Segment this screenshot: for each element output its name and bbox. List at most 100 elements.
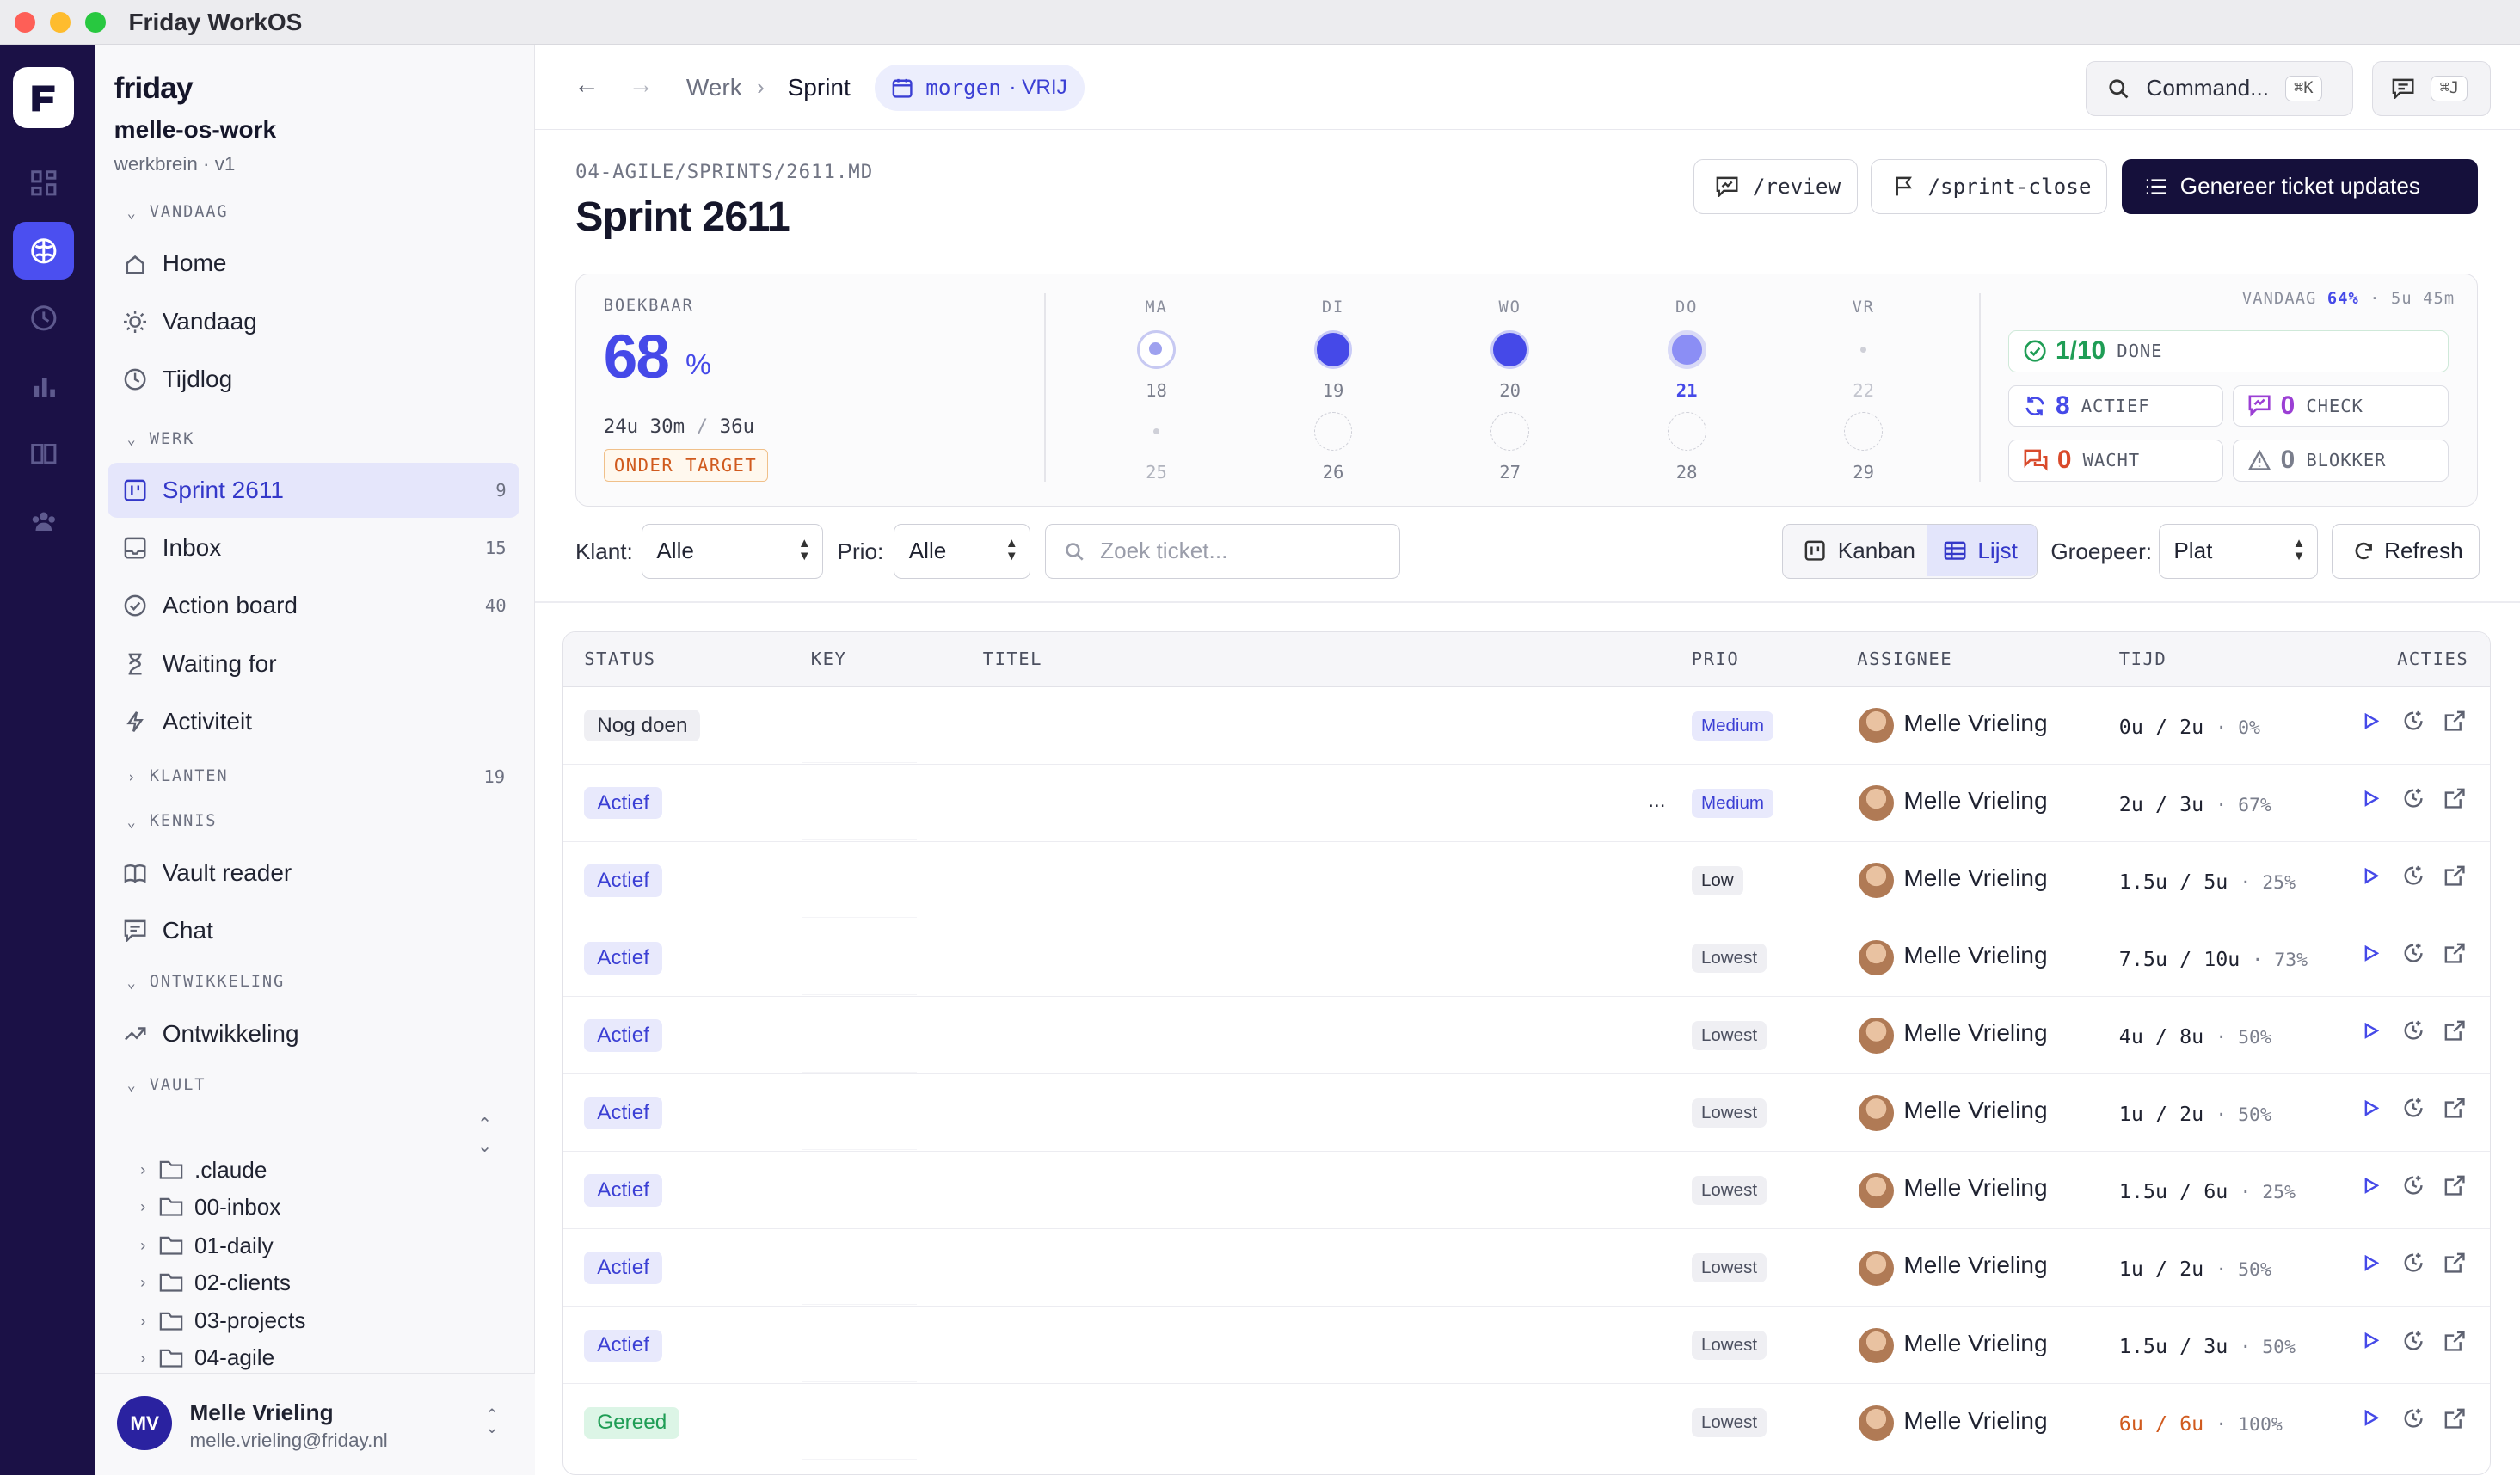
sprint-close-button[interactable]: /sprint-close [1871, 158, 2107, 214]
breadcrumb-werk[interactable]: Werk [686, 74, 742, 101]
lijst-view-button[interactable]: Lijst [1926, 525, 2038, 576]
tree-folder[interactable]: › 01-daily [127, 1228, 274, 1264]
date-pill[interactable]: morgen · VRIJ [874, 64, 1085, 111]
sidebar-item-tijdlog[interactable]: Tijdlog [108, 352, 519, 407]
day-empty-marker[interactable] [1667, 412, 1706, 452]
day-today-marker[interactable] [1667, 330, 1706, 369]
sidebar-item-inbox[interactable]: Inbox 15 [108, 520, 519, 575]
status-badge[interactable]: Actief [584, 1329, 662, 1362]
column-prio[interactable]: PRIO [1692, 649, 1739, 669]
day-empty-marker[interactable] [1490, 412, 1529, 452]
kanban-view-button[interactable]: Kanban [1783, 525, 1924, 576]
status-badge[interactable]: Actief [584, 787, 662, 820]
sidebar-item-home[interactable]: Home [108, 237, 519, 292]
grid-icon[interactable] [13, 154, 74, 212]
tree-folder[interactable]: › 03-projects [127, 1303, 305, 1338]
sidebar-item-vault-reader[interactable]: Vault reader [108, 846, 519, 901]
open-external-icon[interactable] [2434, 1252, 2476, 1274]
timer-icon[interactable] [2392, 1330, 2434, 1352]
sidebar-item-ontwikkeling[interactable]: Ontwikkeling [108, 1006, 519, 1061]
open-external-icon[interactable] [2434, 710, 2476, 731]
minimize-window-button[interactable] [49, 11, 71, 33]
status-badge[interactable]: Actief [584, 1019, 662, 1052]
status-badge[interactable]: Actief [584, 1097, 662, 1129]
generate-ticket-updates-button[interactable]: Genereer ticket updates [2121, 158, 2479, 214]
day-empty-marker[interactable] [1313, 412, 1353, 452]
status-badge[interactable]: Actief [584, 942, 662, 975]
sidebar-item-sprint[interactable]: Sprint 2611 9 [108, 463, 519, 518]
column-assignee[interactable]: ASSIGNEE [1857, 649, 1952, 669]
command-palette-button[interactable]: Command... ⌘K [2086, 60, 2353, 116]
tree-folder[interactable]: › .claude [127, 1153, 267, 1188]
table-row[interactable]: Actief Lowest Melle Vrieling 1u / 2u · 50% [563, 1074, 2491, 1152]
play-icon[interactable] [2351, 1100, 2393, 1116]
tree-folder[interactable]: › 00-inbox [127, 1190, 280, 1225]
day-empty-marker[interactable] [1844, 412, 1884, 452]
column-key[interactable]: KEY [811, 649, 847, 669]
maximize-window-button[interactable] [85, 11, 107, 33]
sidebar-item-chat[interactable]: Chat [108, 903, 519, 958]
review-button[interactable]: /review [1693, 158, 1859, 214]
timer-icon[interactable] [2392, 942, 2434, 964]
wacht-card[interactable]: 0 WACHT [2007, 440, 2224, 482]
timer-icon[interactable] [2392, 1019, 2434, 1042]
collapse-all-icon[interactable]: ⌃ ⌄ [477, 1114, 492, 1157]
play-icon[interactable] [2351, 1178, 2393, 1194]
table-row[interactable]: Actief... Medium Melle Vrieling 2u / 3u · 6… [563, 765, 2491, 842]
section-vandaag[interactable]: ⌄ VANDAAG [127, 200, 229, 225]
sidebar-item-vandaag[interactable]: Vandaag [108, 294, 519, 349]
book-icon[interactable] [13, 424, 74, 482]
section-klanten[interactable]: › KLANTEN 19 [127, 764, 506, 790]
open-external-icon[interactable] [2434, 1098, 2476, 1118]
forward-arrow-icon[interactable]: → [629, 71, 655, 100]
status-badge[interactable]: Gereed [584, 1406, 680, 1439]
play-icon[interactable] [2351, 1410, 2393, 1427]
table-row[interactable]: Actief Lowest Melle Vrieling 4u / 8u · 50% [563, 997, 2491, 1074]
ticket-search-input[interactable]: Zoek ticket... [1044, 524, 1400, 579]
team-icon[interactable] [13, 492, 74, 550]
section-vault[interactable]: ⌄ VAULT [127, 1072, 206, 1098]
bar-chart-icon[interactable] [13, 357, 74, 415]
tree-folder[interactable]: › 02-clients [127, 1265, 291, 1301]
play-icon[interactable] [2351, 1023, 2393, 1039]
close-window-button[interactable] [14, 11, 36, 33]
play-icon[interactable] [2351, 944, 2393, 962]
refresh-button[interactable]: Refresh [2332, 524, 2480, 579]
play-icon[interactable] [2351, 1332, 2393, 1349]
day-empty-marker[interactable] [1137, 412, 1176, 451]
open-external-icon[interactable] [2434, 865, 2476, 886]
table-row[interactable]: Actief Lowest Melle Vrieling 1.5u / 6u · 25… [563, 1152, 2491, 1229]
section-kennis[interactable]: ⌄ KENNIS [127, 809, 218, 834]
play-icon[interactable] [2351, 867, 2393, 884]
timer-icon[interactable] [2392, 1407, 2434, 1430]
column-tijd[interactable]: TIJD [2119, 649, 2167, 669]
timer-icon[interactable] [2392, 1097, 2434, 1119]
user-menu[interactable]: MV Melle Vrieling melle.vrieling@friday.… [95, 1372, 536, 1476]
play-icon[interactable] [2351, 790, 2393, 807]
day-partial-marker[interactable] [1137, 330, 1176, 369]
actief-card[interactable]: 8 ACTIEF [2007, 384, 2224, 427]
workspace-name[interactable]: melle-os-work [114, 116, 276, 144]
groepeer-select[interactable]: Plat ▲ ▼ [2158, 524, 2318, 579]
status-badge[interactable]: Nog doen [584, 710, 701, 742]
prio-select[interactable]: Alle ▲ ▼ [893, 524, 1030, 579]
clock-icon[interactable] [13, 289, 74, 347]
klant-select[interactable]: Alle ▲ ▼ [641, 524, 823, 579]
sidebar-item-activiteit[interactable]: Activiteit [108, 694, 519, 749]
timer-icon[interactable] [2392, 864, 2434, 887]
check-card[interactable]: 0 CHECK [2233, 384, 2449, 427]
open-external-icon[interactable] [2434, 1175, 2476, 1196]
status-badge[interactable]: Actief [584, 864, 662, 897]
open-external-icon[interactable] [2434, 943, 2476, 963]
section-ontwikkeling[interactable]: ⌄ ONTWIKKELING [127, 969, 285, 995]
day-full-marker[interactable] [1313, 330, 1353, 369]
chat-toggle-button[interactable]: ⌘J [2372, 60, 2492, 116]
open-external-icon[interactable] [2434, 1020, 2476, 1041]
play-icon[interactable] [2351, 712, 2393, 729]
table-row[interactable]: Actief Lowest Melle Vrieling 1u / 2u · 50% [563, 1229, 2491, 1307]
section-werk[interactable]: ⌄ WERK [127, 426, 195, 452]
app-logo-icon[interactable] [12, 67, 74, 129]
timer-icon[interactable] [2392, 710, 2434, 732]
open-external-icon[interactable] [2434, 1408, 2476, 1429]
status-badge[interactable]: Actief [584, 1174, 662, 1207]
